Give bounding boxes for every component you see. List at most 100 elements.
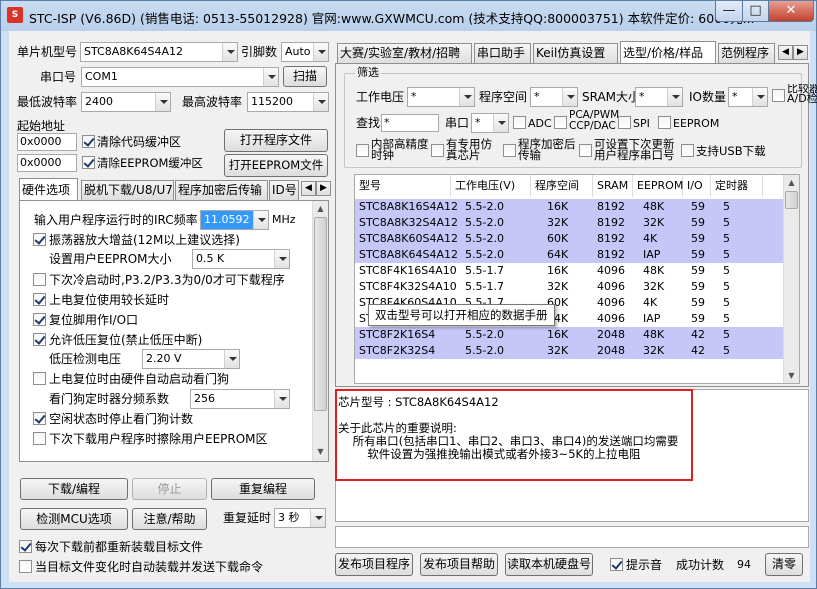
table-row[interactable]: STC8A8K60S4A12 5.5-2.0 60K 8192 4K 59 5	[355, 231, 783, 247]
tab-id[interactable]: ID号	[269, 180, 299, 200]
por-delay-checkbox[interactable]	[33, 293, 46, 306]
column-header[interactable]: 工作电压(V)	[451, 175, 531, 197]
scroll-down-icon[interactable]: ▼	[785, 369, 798, 383]
column-header[interactable]: EEPROM	[633, 175, 683, 197]
sram-select[interactable]: *	[635, 87, 683, 107]
tab-competition[interactable]: 大赛/实验室/教材/招聘	[337, 43, 472, 63]
open-program-button[interactable]: 打开程序文件	[224, 129, 328, 152]
chevron-down-icon	[562, 88, 577, 106]
scroll-up-icon[interactable]: ▲	[314, 202, 327, 216]
chevron-right-icon[interactable]: ▶	[793, 45, 808, 60]
io-count-select[interactable]: *	[728, 87, 768, 107]
column-header[interactable]: 程序空间	[531, 175, 593, 197]
port-select[interactable]: COM1	[81, 67, 279, 87]
reprogram-button[interactable]: 重复编程	[211, 478, 315, 500]
table-row[interactable]: STC8A8K32S4A12 5.5-2.0 32K 8192 32K 59 5	[355, 215, 783, 231]
table-row[interactable]: STC8F4K16S4A10 5.5-1.7 16K 4096 48K 59 5	[355, 263, 783, 279]
minimize-button[interactable]: —	[715, 1, 743, 22]
reset-io-checkbox[interactable]	[33, 313, 46, 326]
publish-help-button[interactable]: 发布项目帮助	[420, 553, 498, 576]
hardware-scrollbar[interactable]: ▲ ▼	[312, 201, 328, 461]
custom-uart-checkbox[interactable]	[579, 144, 592, 157]
chevron-right-icon[interactable]: ▶	[316, 181, 331, 196]
read-disk-button[interactable]: 读取本机硬盘号	[505, 553, 593, 576]
scan-button[interactable]: 扫描	[283, 66, 327, 87]
close-button[interactable]: ✕	[768, 1, 814, 22]
tab-encrypt[interactable]: 程序加密后传输	[175, 180, 268, 200]
detect-mcu-button[interactable]: 检测MCU选项	[20, 508, 128, 530]
mcu-table[interactable]: 型号 工作电压(V) 程序空间 SRAM EEPROM I/O 定时器 STC8…	[354, 174, 800, 384]
code-addr-input[interactable]: 0x0000	[17, 133, 77, 151]
column-header[interactable]: I/O	[683, 175, 711, 197]
usb-checkbox[interactable]	[681, 144, 694, 157]
clear-code-checkbox[interactable]	[82, 135, 95, 148]
eeprom-addr-input[interactable]: 0x0000	[17, 154, 77, 172]
table-row[interactable]: STC8F4K32S4A10 5.5-1.7 32K 4096 32K 59 5	[355, 279, 783, 295]
maximize-button[interactable]: □	[742, 1, 769, 22]
tab-selection-price[interactable]: 选型/价格/样品	[620, 41, 716, 63]
eeprom-size-select[interactable]: 0.5 K	[192, 249, 290, 269]
spi-checkbox[interactable]	[618, 116, 631, 129]
reload-checkbox[interactable]	[19, 540, 32, 553]
voltage-select[interactable]: *	[407, 87, 475, 107]
column-header[interactable]: 定时器	[711, 175, 763, 197]
scroll-down-icon[interactable]: ▼	[314, 445, 327, 459]
chevron-left-icon[interactable]: ◀	[301, 181, 316, 196]
scroll-thumb[interactable]	[785, 191, 798, 209]
table-row[interactable]: STC8F2K32S4 5.5-2.0 32K 2048 32K 42 5	[355, 343, 783, 359]
tab-examples[interactable]: 范例程序	[718, 43, 775, 63]
wdt-div-select[interactable]: 256	[190, 389, 290, 409]
encrypt-checkbox[interactable]	[503, 144, 516, 157]
title-bar[interactable]: S STC-ISP (V6.86D) (销售电话: 0513-55012928)…	[1, 1, 816, 31]
adc-checkbox[interactable]	[513, 116, 526, 129]
table-scrollbar[interactable]: ▲ ▼	[783, 175, 799, 383]
clear-eeprom-checkbox[interactable]	[82, 156, 95, 169]
publish-program-button[interactable]: 发布项目程序	[335, 553, 413, 576]
lvd-select[interactable]: 2.20 V	[142, 349, 240, 369]
tab-serial-assistant[interactable]: 串口助手	[474, 43, 531, 63]
min-baud-select[interactable]: 2400	[81, 92, 171, 112]
clear-count-button[interactable]: 清零	[765, 553, 803, 576]
tab-keil[interactable]: Keil仿真设置	[533, 43, 618, 63]
column-header[interactable]: SRAM	[593, 175, 633, 197]
eeprom-checkbox[interactable]	[658, 116, 671, 129]
filter-label: 筛选	[355, 66, 381, 79]
table-cell: 59	[691, 216, 705, 229]
prog-space-select[interactable]: *	[530, 87, 578, 107]
scroll-thumb[interactable]	[314, 217, 327, 411]
table-row[interactable]: STC8A8K16S4A12 5.5-2.0 16K 8192 48K 59 5	[355, 199, 783, 215]
erase-eeprom-checkbox[interactable]	[33, 432, 46, 445]
max-baud-select[interactable]: 115200	[247, 92, 329, 112]
retry-delay-select[interactable]: 3 秒	[274, 508, 326, 528]
osc-gain-checkbox[interactable]	[33, 233, 46, 246]
irc-frequency-select[interactable]: 11.0592	[200, 210, 269, 230]
download-program-button[interactable]: 下载/编程	[20, 478, 128, 500]
tab-offline[interactable]: 脱机下载/U8/U7	[81, 180, 174, 200]
eeprom-label: EEPROM	[673, 117, 720, 130]
mcu-type-select[interactable]: STC8A8K64S4A12	[80, 42, 238, 62]
help-button[interactable]: 注意/帮助	[132, 508, 207, 530]
table-cell: STC8F4K16S4A10	[359, 264, 457, 277]
open-eeprom-button[interactable]: 打开EEPROM文件	[224, 154, 328, 177]
chevron-left-icon[interactable]: ◀	[778, 45, 793, 60]
scroll-up-icon[interactable]: ▲	[785, 176, 798, 190]
beep-checkbox[interactable]	[610, 558, 623, 571]
cold-start-checkbox[interactable]	[33, 273, 46, 286]
lvr-checkbox[interactable]	[33, 333, 46, 346]
tab-hardware[interactable]: 硬件选项	[19, 178, 78, 200]
column-header[interactable]: 型号	[355, 175, 451, 197]
table-row[interactable]: STC8A8K64S4A12 5.5-2.0 64K 8192 IAP 59 5	[355, 247, 783, 263]
wdt-hw-checkbox[interactable]	[33, 372, 46, 385]
clock-checkbox[interactable]	[356, 144, 369, 157]
uart-select[interactable]: *	[471, 113, 509, 133]
stop-button[interactable]: 停止	[132, 478, 207, 500]
app-logo-icon: S	[7, 7, 23, 23]
auto-load-checkbox[interactable]	[19, 560, 32, 573]
table-row[interactable]: STC8F2K16S4 5.5-2.0 16K 2048 48K 42 5	[355, 327, 783, 343]
pin-count-select[interactable]: Auto	[281, 42, 329, 62]
idle-wdt-checkbox[interactable]	[33, 412, 46, 425]
dedicated-checkbox[interactable]	[431, 144, 444, 157]
comparator-checkbox[interactable]	[772, 89, 785, 102]
pca-checkbox[interactable]	[554, 116, 567, 129]
search-input[interactable]: *	[381, 114, 439, 132]
